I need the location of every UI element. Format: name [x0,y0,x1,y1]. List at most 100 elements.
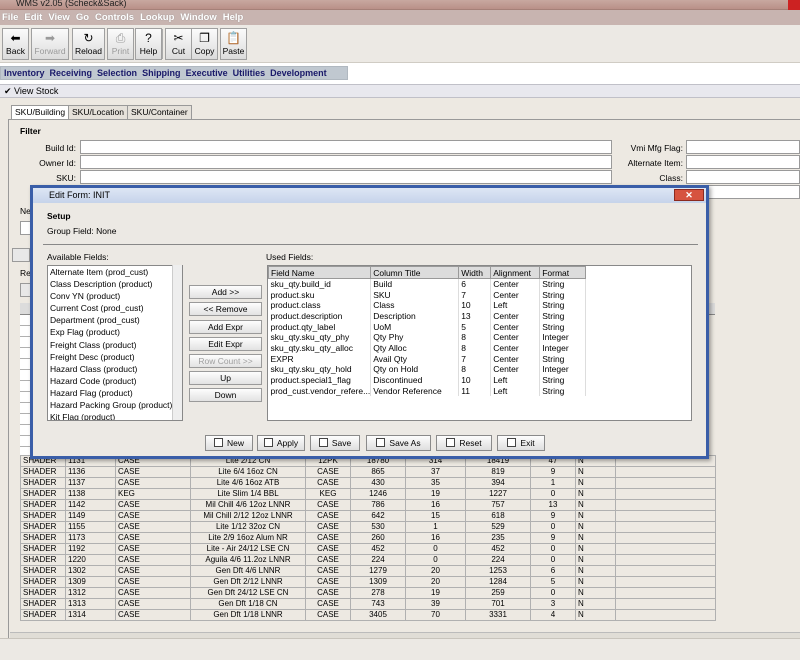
alternate-item-input[interactable] [686,155,800,169]
table-row[interactable]: EXPR Avail Qty 7 Center String [268,353,587,364]
table-row[interactable]: SHADER 1313 CASE Gen Dft 1/18 CN CASE 743 39 70… [20,598,716,610]
help-book-icon: ? [145,31,152,45]
table-row[interactable]: SHADER 1192 CASE Lite - Air 24/12 LSE CN CAS… [20,543,716,555]
list-item[interactable]: Conv YN (product) [48,290,182,302]
list-item[interactable]: Exp Flag (product) [48,326,182,338]
table-row[interactable]: product.qty_label UoM 5 Center String [268,321,587,332]
table-row[interactable]: SHADER 1312 CASE Gen Dft 24/12 LSE CN CASE 27… [20,587,716,599]
menu-edit[interactable]: Edit [24,12,42,23]
menu-controls[interactable]: Controls [95,12,134,23]
edit-expr-button[interactable]: Edit Expr [189,337,262,351]
tab-sku-container[interactable]: SKU/Container [127,105,192,119]
table-row[interactable]: sku_qty.build_id Build 6 Center String [268,278,587,290]
menu-help[interactable]: Help [223,12,244,23]
table-row[interactable]: product.special1_flag Discontinued 10 Left S… [268,374,587,386]
list-item[interactable]: Hazard Code (product) [48,375,182,387]
list-item[interactable]: Hazard Flag (product) [48,387,182,399]
table-row[interactable]: SHADER 1142 CASE Mil Chill 4/6 12oz LNNR CAS… [20,499,716,511]
column-header-field-name[interactable]: Field Name [267,266,372,279]
table-row[interactable]: SHADER 1149 CASE Mil Chill 2/12 12oz LNNR CA… [20,510,716,522]
table-row[interactable]: SHADER 1309 CASE Gen Dft 2/12 LNNR CASE 1309 2… [20,576,716,588]
save-button[interactable]: Save [310,435,360,451]
sku-input[interactable] [80,170,612,184]
window-close-button[interactable] [788,0,800,10]
column-header-width[interactable]: Width [458,266,492,279]
table-row[interactable]: SHADER 1138 KEG Lite Slim 1/4 BBL KEG 1246 19 1… [20,488,716,500]
vmi-mfg-flag-input[interactable] [686,140,800,154]
copy-button[interactable]: ❐ Copy [191,28,218,60]
table-row[interactable]: product.class Class 10 Left String [268,299,587,311]
new-button[interactable]: New [205,435,253,451]
column-header-column-title[interactable]: Column Title [370,266,460,279]
menu-go[interactable]: Go [76,12,89,23]
reload-button[interactable]: ↻ Reload [72,28,105,60]
menu-window[interactable]: Window [180,12,216,23]
menu-lookup[interactable]: Lookup [140,12,174,23]
table-row[interactable]: sku_qty.sku_qty_hold Qty on Hold 8 Center In… [268,364,587,375]
cut-button[interactable]: ✂ Cut [165,28,192,60]
table-row[interactable]: product.description Description 13 Center St… [268,310,587,322]
module-inventory[interactable]: Inventory [4,68,45,78]
list-item[interactable]: Hazard Packing Group (product) [48,399,182,411]
table-cell: SHADER [20,576,66,588]
apply-button[interactable]: Apply [257,435,305,451]
module-receiving[interactable]: Receiving [50,68,93,78]
list-item[interactable]: Kit Flag (product) [48,411,182,420]
owner-id-input[interactable] [80,155,612,169]
column-header-alignment[interactable]: Alignment [490,266,541,279]
save-as-button[interactable]: Save As [366,435,431,451]
list-item[interactable]: Hazard Class (product) [48,363,182,375]
exit-button[interactable]: Exit [497,435,545,451]
available-list-scrollbar[interactable] [172,265,182,420]
row-count-button[interactable]: Row Count >> [189,354,262,368]
list-item[interactable]: Alternate Item (prod_cust) [48,266,182,278]
save-disk-icon [318,438,328,447]
list-item[interactable]: Class Description (product) [48,278,182,290]
back-button[interactable]: ⬅ Back [2,28,29,60]
module-development[interactable]: Development [270,68,327,78]
column-header-format[interactable]: Format [539,266,587,279]
up-button[interactable]: Up [189,371,262,385]
tab-sku-building[interactable]: SKU/Building [11,105,70,120]
print-button[interactable]: ⎙ Print [107,28,134,60]
paste-button[interactable]: 📋 Paste [220,28,247,60]
add-expr-button[interactable]: Add Expr [189,320,262,334]
list-item[interactable]: Freight Desc (product) [48,351,182,363]
table-cell: SKU [370,289,460,300]
menu-view[interactable]: View [48,12,69,23]
list-item[interactable]: Freight Class (product) [48,339,182,351]
build-id-input[interactable] [80,140,612,154]
table-row[interactable]: prod_cust.vendor_refere... Vendor Referen… [268,385,587,397]
down-button[interactable]: Down [189,388,262,402]
table-row[interactable]: SHADER 1314 CASE Gen Dft 1/18 LNNR CASE 3405 7… [20,609,716,621]
tab-sku-location[interactable]: SKU/Location [68,105,128,119]
table-row[interactable]: SHADER 1220 CASE Aguila 4/6 11.2oz LNNR CASE… [20,554,716,566]
add-button[interactable]: Add >> [189,285,262,299]
reset-button[interactable]: Reset [436,435,492,451]
available-fields-list[interactable]: Alternate Item (prod_cust) Class Descript… [47,265,183,421]
forward-button[interactable]: ➡ Forward [31,28,69,60]
list-item[interactable]: Department (prod_cust) [48,314,182,326]
alternate-item-label: Alternate Item: [627,158,683,168]
class-input[interactable] [686,170,800,184]
list-item[interactable]: Current Cost (prod_cust) [48,302,182,314]
module-executive[interactable]: Executive [186,68,228,78]
module-selection[interactable]: Selection [97,68,137,78]
table-cell: Avail Qty [370,353,460,364]
table-row[interactable]: product.sku SKU 7 Center String [268,289,587,300]
table-row[interactable]: sku_qty.sku_qty_alloc Qty Alloc 8 Center Int… [268,342,587,354]
table-row[interactable]: SHADER 1136 CASE Lite 6/4 16oz CN CASE 865 37 8… [20,466,716,478]
table-row[interactable]: sku_qty.sku_qty_phy Qty Phy 8 Center Integer [268,331,587,343]
module-shipping[interactable]: Shipping [142,68,181,78]
edit-form-dialog: Edit Form: INIT ✕ Setup Group Field: Non… [30,185,709,459]
table-row[interactable]: SHADER 1173 CASE Lite 2/9 16oz Alum NR CASE 2… [20,532,716,544]
dialog-close-button[interactable]: ✕ [674,189,704,201]
table-row[interactable]: SHADER 1302 CASE Gen Dft 4/6 LNNR CASE 1279 20… [20,565,716,577]
table-row[interactable]: SHADER 1137 CASE Lite 4/6 16oz ATB CASE 430 35… [20,477,716,489]
help-button[interactable]: ? Help [135,28,162,60]
table-row[interactable]: SHADER 1155 CASE Lite 1/12 32oz CN CASE 530 1 5… [20,521,716,533]
menu-file[interactable]: File [2,12,18,23]
module-utilities[interactable]: Utilities [233,68,266,78]
partial-button-v[interactable] [12,248,30,262]
remove-button[interactable]: << Remove [189,302,262,316]
